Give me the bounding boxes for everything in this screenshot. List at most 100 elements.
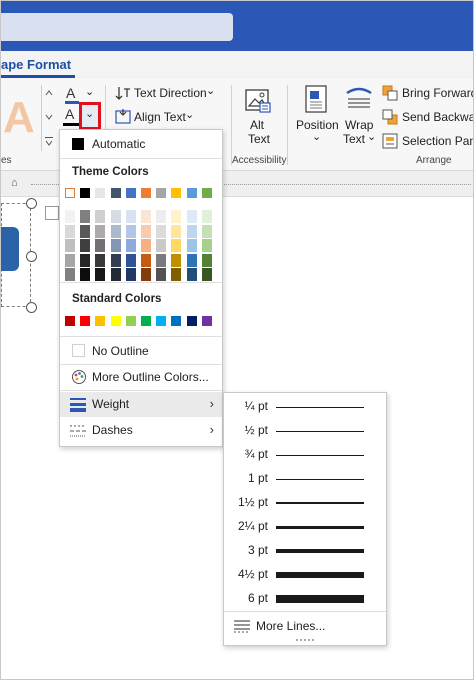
menu-item-more-lines[interactable]: More Lines...	[224, 614, 386, 638]
ribbon-tab-bar: ape Format	[1, 51, 473, 79]
search-box[interactable]	[1, 13, 233, 41]
menu-item-more-outline-colors[interactable]: More Outline Colors...	[60, 365, 222, 389]
alt-text-icon	[244, 87, 272, 115]
position-chevron-icon[interactable]: ⌄	[312, 130, 321, 143]
bring-forward-button[interactable]: Bring Forward	[402, 86, 473, 100]
alt-text-label-2[interactable]: Text	[248, 132, 270, 146]
weight-option-label: 6 pt	[247, 591, 268, 605]
standard-color-swatch[interactable]	[65, 316, 75, 326]
standard-color-swatch[interactable]	[186, 316, 197, 326]
menu-item-no-outline[interactable]: No Outline	[60, 339, 222, 363]
ruler-indent-marker-icon[interactable]: ⌂	[11, 177, 18, 189]
weight-option[interactable]: 2¼ pt	[224, 515, 386, 539]
text-direction-icon	[115, 85, 131, 101]
standard-color-swatch[interactable]	[125, 316, 136, 326]
alt-text-label-1[interactable]: Alt	[250, 118, 264, 132]
text-outline-menu: Automatic Theme Colors Standard Colors N…	[59, 129, 223, 447]
resize-handle-right[interactable]	[26, 251, 37, 262]
weight-option[interactable]: ½ pt	[224, 419, 386, 443]
gallery-scroll-arrows-icon	[45, 90, 53, 146]
word-window: ape Format A A ⌄ A ⌄ Text Direction ⌄ Al…	[0, 0, 474, 680]
weight-option-label: 1½ pt	[237, 495, 268, 509]
weight-option-label: ½ pt	[244, 423, 268, 437]
weight-option-line	[276, 549, 364, 553]
standard-color-swatch[interactable]	[201, 316, 212, 326]
wordart-style-preview[interactable]: A	[3, 93, 35, 143]
text-fill-chevron-icon[interactable]: ⌄	[85, 85, 94, 98]
text-direction-button[interactable]: Text Direction	[134, 86, 207, 100]
text-outline-button[interactable]: A	[61, 104, 81, 128]
standard-color-swatch[interactable]	[141, 316, 151, 326]
position-icon	[304, 85, 328, 113]
group-separator	[231, 85, 232, 165]
menu-separator	[60, 390, 222, 391]
weight-option[interactable]: 1½ pt	[224, 491, 386, 515]
no-outline-swatch	[72, 344, 85, 357]
menu-item-more-lines-label: More Lines...	[256, 619, 326, 633]
menu-separator	[60, 336, 222, 337]
weight-option-line	[276, 478, 364, 480]
standard-color-swatch[interactable]	[80, 316, 91, 326]
weight-option[interactable]: ¾ pt	[224, 443, 386, 467]
wrap-text-label-2[interactable]: Text	[343, 132, 365, 146]
weight-option[interactable]: ¼ pt	[224, 395, 386, 419]
menu-item-dashes-label: Dashes	[92, 423, 133, 437]
text-direction-chevron-icon[interactable]: ⌄	[206, 84, 215, 97]
text-outline-color-bar	[63, 123, 79, 126]
standard-color-swatch[interactable]	[110, 316, 121, 326]
weight-option-line	[276, 454, 364, 456]
weight-option-label: ¾ pt	[244, 447, 268, 461]
tab-shape-format[interactable]: ape Format	[1, 57, 71, 72]
wrap-text-chevron-icon[interactable]: ⌄	[367, 130, 376, 143]
standard-colors-row	[60, 130, 222, 330]
weight-option-line	[276, 430, 364, 432]
group-label-accessibility: Accessibility	[232, 155, 287, 166]
weight-option-label: 3 pt	[247, 543, 268, 557]
resize-handle-bottom-right[interactable]	[26, 302, 37, 313]
menu-item-dashes[interactable]: Dashes ›	[60, 418, 222, 443]
wrap-text-icon	[344, 87, 374, 111]
bring-forward-icon	[382, 85, 398, 101]
align-text-chevron-icon[interactable]: ⌄	[185, 108, 194, 121]
menu-separator	[224, 611, 386, 612]
send-backward-icon	[382, 109, 398, 125]
color-palette-icon	[71, 369, 87, 385]
chevron-right-icon: ›	[209, 422, 214, 437]
weight-option[interactable]: 1 pt	[224, 467, 386, 491]
selection-pane-button[interactable]: Selection Pane	[402, 134, 473, 148]
group-label-wordart-styles: es	[1, 155, 12, 166]
layout-options-icon[interactable]	[45, 206, 59, 220]
group-label-arrange: Arrange	[416, 155, 452, 166]
wordart-gallery-scroll[interactable]	[41, 85, 55, 151]
send-backward-button[interactable]: Send Backward	[402, 110, 473, 124]
text-outline-letter: A	[65, 106, 75, 122]
weight-option-line	[276, 406, 364, 408]
align-text-button[interactable]: Align Text	[134, 110, 186, 124]
menu-item-weight[interactable]: Weight ›	[60, 392, 222, 417]
weight-option-line	[276, 572, 364, 578]
weight-option-line	[276, 525, 364, 529]
weight-option[interactable]: 3 pt	[224, 539, 386, 563]
standard-color-swatch[interactable]	[156, 316, 167, 326]
standard-color-swatch[interactable]	[171, 316, 182, 326]
line-weight-icon	[70, 397, 86, 412]
menu-item-weight-label: Weight	[92, 397, 130, 411]
text-fill-letter: A	[66, 85, 76, 101]
weight-option-label: ¼ pt	[244, 399, 268, 413]
resize-handle-top-right[interactable]	[26, 198, 37, 209]
selected-shape[interactable]	[1, 227, 19, 271]
chevron-right-icon: ›	[209, 396, 214, 411]
menu-item-no-outline-label: No Outline	[92, 344, 149, 358]
text-outline-dropdown-button[interactable]: ⌄	[79, 102, 101, 130]
active-tab-indicator	[1, 75, 75, 78]
resize-grip-icon[interactable]	[296, 639, 314, 642]
standard-color-swatch[interactable]	[95, 316, 106, 326]
weight-option[interactable]: 6 pt	[224, 587, 386, 611]
weight-option-line	[276, 595, 364, 603]
chevron-down-icon: ⌄	[85, 108, 95, 120]
weight-option-label: 1 pt	[247, 471, 268, 485]
weight-submenu: ¼ pt ½ pt ¾ pt 1 pt 1½ pt 2¼ pt 3 pt 4½ pt 6 pt …	[223, 392, 387, 646]
weight-option-label: 4½ pt	[237, 567, 268, 581]
text-fill-button[interactable]: A	[63, 85, 83, 104]
weight-option[interactable]: 4½ pt	[224, 563, 386, 587]
